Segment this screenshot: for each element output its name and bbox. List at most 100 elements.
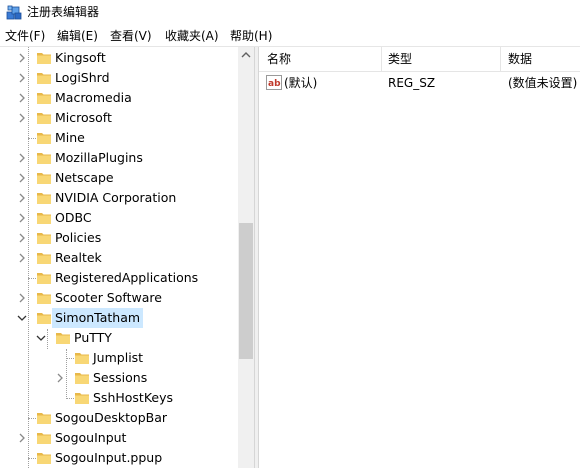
folder-icon — [37, 133, 51, 144]
folder-icon — [37, 93, 51, 104]
tree-item-label: Microsoft — [55, 110, 112, 125]
tree-item[interactable]: PuTTY — [0, 328, 238, 348]
folder-icon — [75, 393, 89, 404]
tree-item[interactable]: SogouDesktopBar — [0, 408, 238, 428]
menu-favorites[interactable]: 收藏夹(A) — [165, 28, 219, 45]
tree-item-label: NVIDIA Corporation — [55, 190, 177, 205]
tree-item[interactable]: Policies — [0, 228, 238, 248]
tree-item-label: SshHostKeys — [93, 390, 174, 405]
folder-icon — [56, 333, 70, 344]
tree-item-label: SogouInput — [55, 430, 127, 445]
folder-icon — [37, 113, 51, 124]
tree-item-label: MozillaPlugins — [55, 150, 143, 165]
tree-item-label: SogouDesktopBar — [55, 410, 168, 425]
tree-item[interactable]: SshHostKeys — [0, 388, 238, 408]
tree-item-label: Policies — [55, 230, 102, 245]
folder-icon — [37, 213, 51, 224]
column-header-data[interactable]: 数据 — [500, 47, 580, 71]
tree-item-label: RegisteredApplications — [55, 270, 199, 285]
chevron-right-icon[interactable] — [54, 372, 66, 384]
folder-icon — [37, 153, 51, 164]
chevron-right-icon[interactable] — [16, 212, 28, 224]
list-header: 名称 类型 数据 — [259, 47, 580, 72]
tree-item[interactable]: Realtek — [0, 248, 238, 268]
registry-editor-icon — [6, 5, 22, 20]
tree-item-label: Kingsoft — [55, 50, 106, 65]
tree-item[interactable]: LogiShrd — [0, 68, 238, 88]
chevron-right-icon[interactable] — [16, 172, 28, 184]
registry-key-tree[interactable]: Kingsoft LogiShrd Macromedia Microsoft Mine M… — [0, 47, 254, 468]
folder-icon — [37, 73, 51, 84]
tree-item[interactable]: RegisteredApplications — [0, 268, 238, 288]
tree-item[interactable]: Kingsoft — [0, 48, 238, 68]
folder-icon — [37, 173, 51, 184]
tree-item-label: Mine — [55, 130, 85, 145]
menu-bar: 文件(F) 编辑(E) 查看(V) 收藏夹(A) 帮助(H) — [0, 26, 580, 47]
column-header-type[interactable]: 类型 — [380, 47, 500, 71]
chevron-right-icon[interactable] — [16, 192, 28, 204]
tree-item[interactable]: Netscape — [0, 168, 238, 188]
folder-icon — [37, 293, 51, 304]
tree-item[interactable]: Macromedia — [0, 88, 238, 108]
value-data: (数值未设置) — [508, 76, 578, 90]
value-name: (默认) — [284, 76, 318, 90]
tree-item[interactable]: Mine — [0, 128, 238, 148]
tree-item-label: Jumplist — [93, 350, 144, 365]
tree-item[interactable]: Jumplist — [0, 348, 238, 368]
tree-item[interactable]: SimonTatham — [0, 308, 238, 328]
folder-icon — [37, 253, 51, 264]
menu-file[interactable]: 文件(F) — [5, 28, 45, 45]
chevron-right-icon[interactable] — [16, 52, 28, 64]
menu-edit[interactable]: 编辑(E) — [57, 28, 98, 45]
tree-item-label: SogouInput.ppup — [55, 450, 163, 465]
chevron-right-icon[interactable] — [16, 432, 28, 444]
folder-icon — [37, 453, 51, 464]
svg-text:ab: ab — [268, 79, 281, 89]
folder-icon — [37, 413, 51, 424]
menu-help[interactable]: 帮助(H) — [230, 28, 272, 45]
chevron-right-icon[interactable] — [16, 292, 28, 304]
chevron-right-icon[interactable] — [16, 72, 28, 84]
registry-values-list[interactable]: 名称 类型 数据 ab (默认) REG_SZ (数值未设置) — [259, 47, 580, 468]
folder-icon — [37, 273, 51, 284]
chevron-down-icon[interactable] — [16, 312, 28, 324]
tree-item-label: PuTTY — [74, 330, 112, 345]
chevron-right-icon[interactable] — [16, 232, 28, 244]
tree-item[interactable]: ODBC — [0, 208, 238, 228]
chevron-right-icon[interactable] — [16, 92, 28, 104]
tree-item-label: Netscape — [55, 170, 114, 185]
tree-item[interactable]: NVIDIA Corporation — [0, 188, 238, 208]
folder-icon — [37, 193, 51, 204]
tree-item-label: Macromedia — [55, 90, 132, 105]
chevron-right-icon[interactable] — [16, 112, 28, 124]
column-header-name[interactable]: 名称 — [259, 47, 381, 71]
tree-item-label: Realtek — [55, 250, 102, 265]
tree-item[interactable]: MozillaPlugins — [0, 148, 238, 168]
tree-item[interactable]: Microsoft — [0, 108, 238, 128]
tree-item-label: ODBC — [55, 210, 92, 225]
menu-view[interactable]: 查看(V) — [110, 28, 152, 45]
window-title: 注册表编辑器 — [27, 5, 100, 19]
tree-scrollbar[interactable] — [238, 47, 254, 468]
value-type: REG_SZ — [388, 76, 436, 90]
folder-icon — [37, 313, 51, 324]
folder-icon — [75, 373, 89, 384]
tree-item-label: SimonTatham — [52, 308, 144, 328]
chevron-right-icon[interactable] — [16, 152, 28, 164]
chevron-right-icon[interactable] — [16, 252, 28, 264]
title-bar: 注册表编辑器 — [0, 0, 580, 26]
chevron-down-icon[interactable] — [35, 332, 47, 344]
tree-item[interactable]: SogouInput.ppup — [0, 448, 238, 468]
folder-icon — [37, 233, 51, 244]
folder-icon — [75, 353, 89, 364]
tree-item-label: Sessions — [93, 370, 148, 385]
scroll-up-arrow-icon[interactable] — [238, 47, 254, 64]
folder-icon — [37, 433, 51, 444]
tree-item[interactable]: SogouInput — [0, 428, 238, 448]
string-value-icon: ab — [266, 75, 282, 90]
tree-item[interactable]: Sessions — [0, 368, 238, 388]
tree-item[interactable]: Scooter Software — [0, 288, 238, 308]
scrollbar-thumb[interactable] — [239, 223, 253, 359]
list-item[interactable]: ab (默认) REG_SZ (数值未设置) — [259, 72, 580, 92]
tree-item-label: LogiShrd — [55, 70, 110, 85]
